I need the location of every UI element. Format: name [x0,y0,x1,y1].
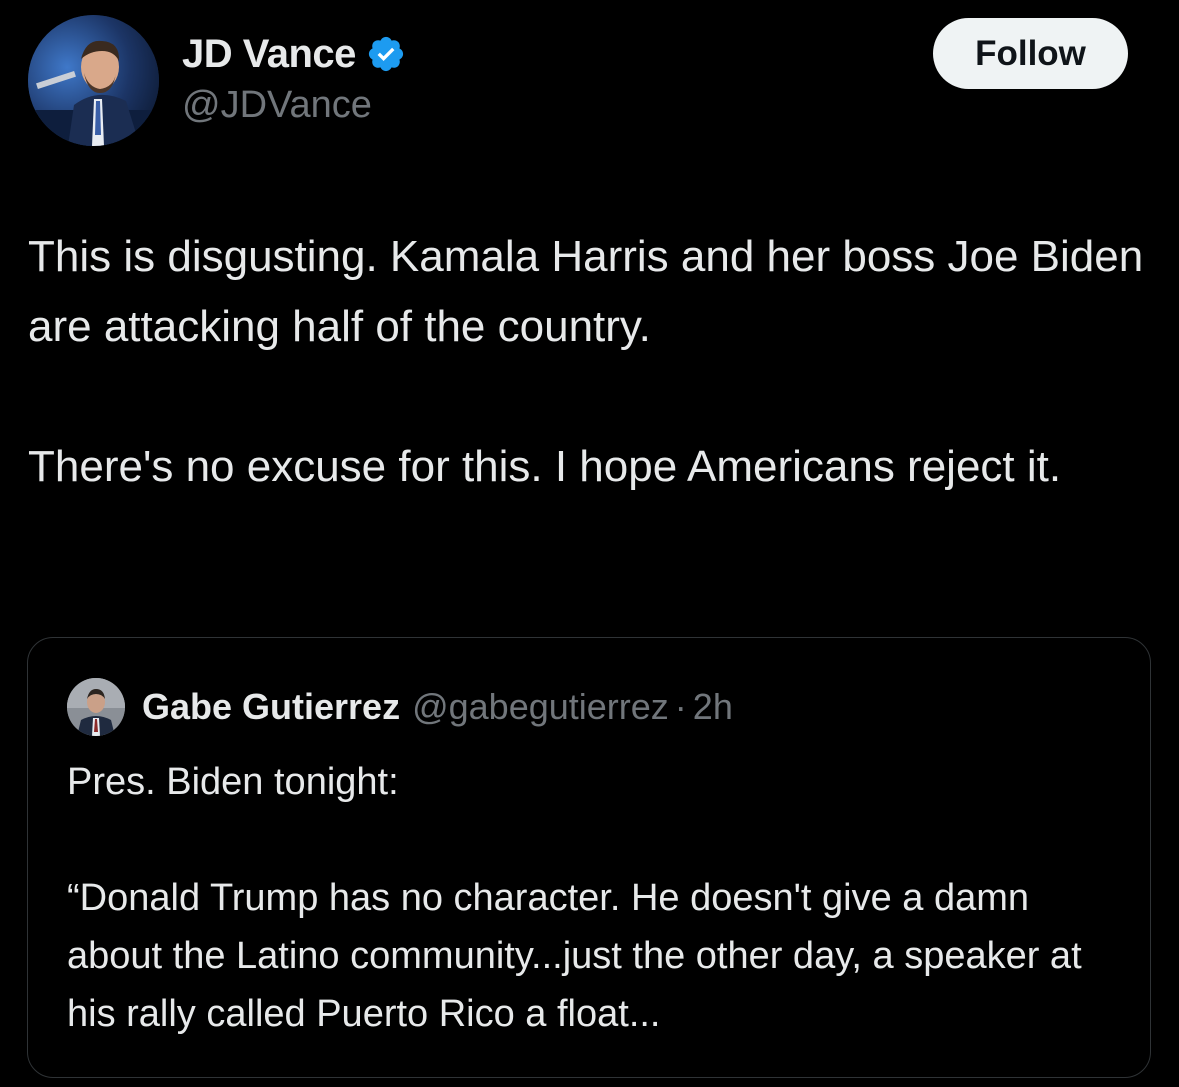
quoted-tweet-body: Pres. Biden tonight: “Donald Trump has n… [67,753,1127,1043]
author-handle[interactable]: @JDVance [182,84,372,127]
quoted-tweet-header: Gabe Gutierrez @gabegutierrez · 2h [142,682,733,732]
quoted-tweet-timestamp[interactable]: 2h [693,686,733,728]
quoted-author-handle[interactable]: @gabegutierrez [412,686,669,728]
tweet-body: This is disgusting. Kamala Harris and he… [28,222,1148,502]
author-avatar[interactable] [28,15,159,146]
quoted-tweet-paragraph: Pres. Biden tonight: [67,761,399,803]
quoted-tweet-paragraph: “Donald Trump has no character. He doesn… [67,877,1082,1035]
author-display-name[interactable]: JD Vance [182,32,356,77]
quoted-author-avatar[interactable] [67,678,125,736]
verified-badge-icon [366,34,406,74]
follow-button[interactable]: Follow [933,18,1128,89]
tweet-paragraph: This is disgusting. Kamala Harris and he… [28,232,1144,351]
quoted-tweet-card[interactable]: Gabe Gutierrez @gabegutierrez · 2h Pres.… [27,637,1151,1078]
author-name-row: JD Vance [182,26,406,82]
separator-dot: · [674,686,687,727]
quoted-author-name[interactable]: Gabe Gutierrez [142,686,400,728]
tweet-paragraph: There's no excuse for this. I hope Ameri… [28,442,1062,491]
